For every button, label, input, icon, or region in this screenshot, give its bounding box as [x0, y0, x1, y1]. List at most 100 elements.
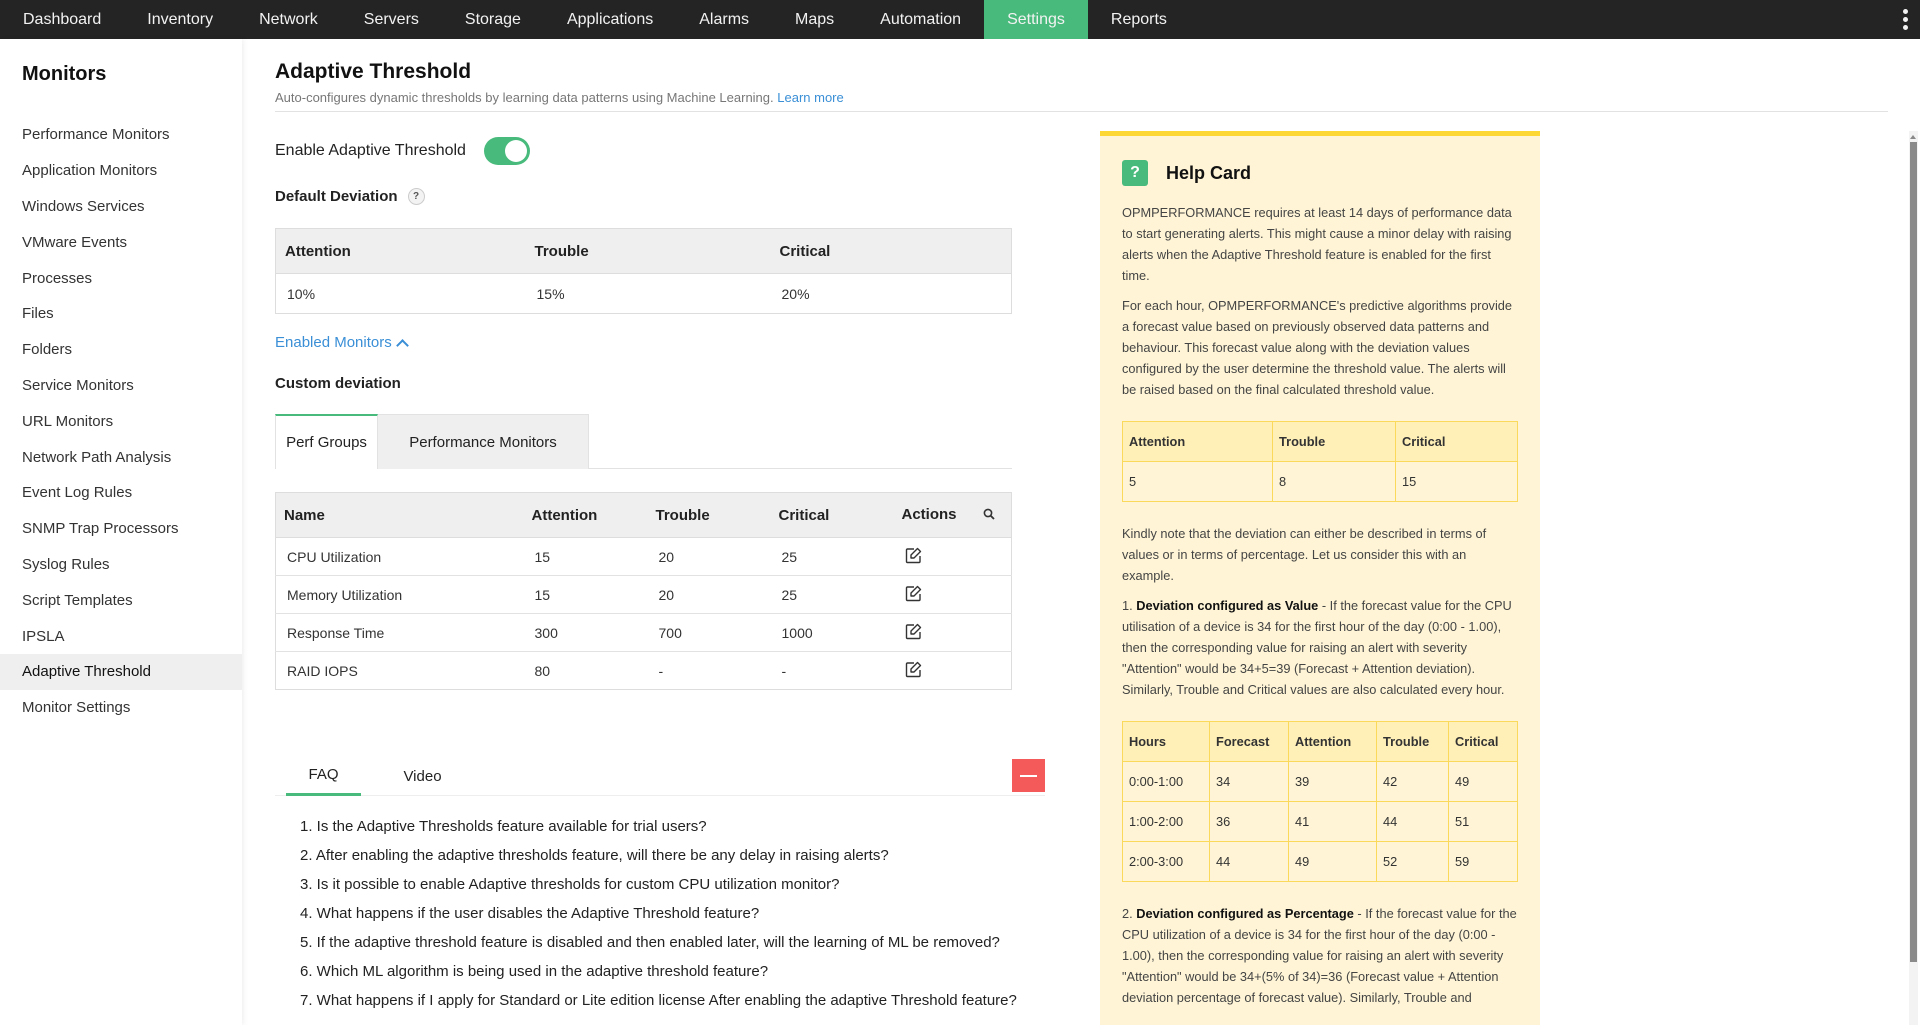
sidebar-item-service-monitors[interactable]: Service Monitors — [0, 368, 242, 404]
column-header: Critical — [770, 228, 1012, 274]
cell: 44 — [1209, 841, 1289, 882]
row-actions — [893, 575, 1012, 614]
column-header: Trouble — [1376, 721, 1449, 762]
prefix: 1. — [1122, 598, 1137, 613]
faq-list: 1. Is the Adaptive Thresholds feature av… — [300, 817, 1020, 1020]
table-header-row: Name Attention Trouble Critical Actions — [275, 492, 1012, 538]
help-card: ? Help Card OPMPERFORMANCE requires at l… — [1100, 131, 1540, 1025]
edit-icon[interactable] — [905, 585, 922, 605]
cell: 44 — [1376, 801, 1449, 842]
nav-tab-reports[interactable]: Reports — [1088, 0, 1190, 39]
custom-deviation-tabs: Perf Groups Performance Monitors — [275, 414, 1012, 469]
tab-faq[interactable]: FAQ — [286, 756, 361, 796]
faq-question[interactable]: 2. After enabling the adaptive threshold… — [300, 846, 1020, 865]
row-trouble: 20 — [647, 537, 771, 576]
edit-icon[interactable] — [905, 623, 922, 643]
cell: 2:00-3:00 — [1122, 841, 1210, 882]
scrollbar-thumb[interactable] — [1910, 142, 1917, 962]
cell: 1:00-2:00 — [1122, 801, 1210, 842]
sidebar-item-syslog-rules[interactable]: Syslog Rules — [0, 547, 242, 583]
sidebar-item-event-log-rules[interactable]: Event Log Rules — [0, 475, 242, 511]
nav-tab-dashboard[interactable]: Dashboard — [0, 0, 124, 39]
nav-tab-applications[interactable]: Applications — [544, 0, 676, 39]
dot — [1902, 25, 1908, 30]
nav-tab-servers[interactable]: Servers — [341, 0, 442, 39]
search-icon[interactable] — [983, 507, 995, 524]
bold-term: Deviation configured as Percentage — [1136, 906, 1354, 921]
help-question-icon: ? — [1122, 160, 1148, 186]
nav-tab-storage[interactable]: Storage — [442, 0, 544, 39]
help-forecast-table: Hours Forecast Attention Trouble Critica… — [1122, 721, 1518, 882]
sidebar-item-application-monitors[interactable]: Application Monitors — [0, 153, 242, 189]
prefix: 2. — [1122, 906, 1137, 921]
row-attention: 15 — [523, 537, 648, 576]
tab-performance-monitors[interactable]: Performance Monitors — [378, 414, 589, 469]
sidebar-item-processes[interactable]: Processes — [0, 260, 242, 296]
column-header-attention: Attention — [523, 492, 648, 538]
nav-tab-network[interactable]: Network — [236, 0, 341, 39]
edit-icon[interactable] — [905, 661, 922, 681]
nav-tab-alarms[interactable]: Alarms — [676, 0, 772, 39]
cell: 36 — [1209, 801, 1289, 842]
table-row: CPU Utilization 15 20 25 — [275, 537, 1012, 576]
critical-value: 20% — [781, 285, 810, 302]
row-name: Response Time — [275, 613, 524, 652]
table-row: 1:00-2:00 36 41 44 51 — [1122, 801, 1518, 842]
cell: 8 — [1272, 461, 1396, 502]
sidebar-item-network-path-analysis[interactable]: Network Path Analysis — [0, 439, 242, 475]
sidebar-item-windows-services[interactable]: Windows Services — [0, 189, 242, 225]
scroll-up-arrow-icon[interactable] — [1910, 135, 1916, 139]
default-deviation-heading: Default Deviation ? — [275, 188, 425, 205]
tab-video[interactable]: Video — [390, 756, 455, 796]
dot — [1902, 9, 1908, 14]
sidebar-item-folders[interactable]: Folders — [0, 332, 242, 368]
help-question-icon[interactable]: ? — [407, 188, 425, 205]
tab-perf-groups[interactable]: Perf Groups — [275, 414, 378, 469]
edit-icon[interactable] — [905, 547, 922, 567]
faq-question[interactable]: 6. Which ML algorithm is being used in t… — [300, 962, 1020, 981]
cell: 51 — [1448, 801, 1518, 842]
page-scrollbar[interactable] — [1909, 131, 1918, 1025]
learn-more-link[interactable]: Learn more — [777, 90, 843, 105]
sidebar-item-ipsla[interactable]: IPSLA — [0, 618, 242, 654]
row-attention: 15 — [523, 575, 648, 614]
enable-adaptive-threshold-toggle[interactable] — [483, 137, 530, 165]
help-card-header: ? Help Card — [1122, 160, 1518, 186]
faq-question[interactable]: 5. If the adaptive threshold feature is … — [300, 933, 1020, 952]
faq-question[interactable]: 1. Is the Adaptive Thresholds feature av… — [300, 817, 1020, 836]
table-row: Response Time 300 700 1000 — [275, 613, 1012, 652]
cell: 15 — [1395, 461, 1518, 502]
nav-tab-automation[interactable]: Automation — [857, 0, 984, 39]
help-paragraph: Kindly note that the deviation can eithe… — [1122, 526, 1487, 583]
row-critical: 25 — [770, 537, 894, 576]
sidebar-item-files[interactable]: Files — [0, 296, 242, 332]
faq-question[interactable]: 7. What happens if I apply for Standard … — [300, 991, 1020, 1010]
nav-tab-settings[interactable]: Settings — [984, 0, 1088, 39]
minimize-faq-button[interactable] — [1012, 759, 1045, 792]
vertical-ellipsis-icon[interactable] — [1898, 0, 1912, 39]
row-trouble: 20 — [647, 575, 771, 614]
nav-tab-maps[interactable]: Maps — [772, 0, 857, 39]
table-header-row: Attention Trouble Critical — [1122, 421, 1518, 462]
sidebar-item-snmp-trap-processors[interactable]: SNMP Trap Processors — [0, 511, 242, 547]
column-header: Critical — [1395, 421, 1518, 462]
nav-tab-inventory[interactable]: Inventory — [124, 0, 236, 39]
trouble-value: 15% — [536, 285, 565, 302]
sidebar-item-adaptive-threshold[interactable]: Adaptive Threshold — [0, 653, 242, 690]
sidebar-item-url-monitors[interactable]: URL Monitors — [0, 403, 242, 439]
faq-question[interactable]: 3. Is it possible to enable Adaptive thr… — [300, 875, 1020, 894]
cell: 52 — [1376, 841, 1449, 882]
table-header-row: Hours Forecast Attention Trouble Critica… — [1122, 721, 1518, 762]
sidebar-item-performance-monitors[interactable]: Performance Monitors — [0, 117, 242, 153]
sidebar-item-vmware-events[interactable]: VMware Events — [0, 224, 242, 260]
enabled-monitors-toggle[interactable]: Enabled Monitors — [275, 334, 409, 352]
sidebar-item-monitor-settings[interactable]: Monitor Settings — [0, 690, 242, 726]
toggle-knob — [504, 140, 527, 162]
faq-question[interactable]: 4. What happens if the user disables the… — [300, 904, 1020, 923]
minus-icon — [1020, 774, 1037, 777]
page-title: Adaptive Threshold — [275, 60, 472, 83]
sidebar-item-script-templates[interactable]: Script Templates — [0, 582, 242, 618]
column-header: Attention — [1288, 721, 1377, 762]
cell: 42 — [1376, 761, 1449, 802]
table-row: RAID IOPS 80 - - — [276, 652, 1012, 690]
